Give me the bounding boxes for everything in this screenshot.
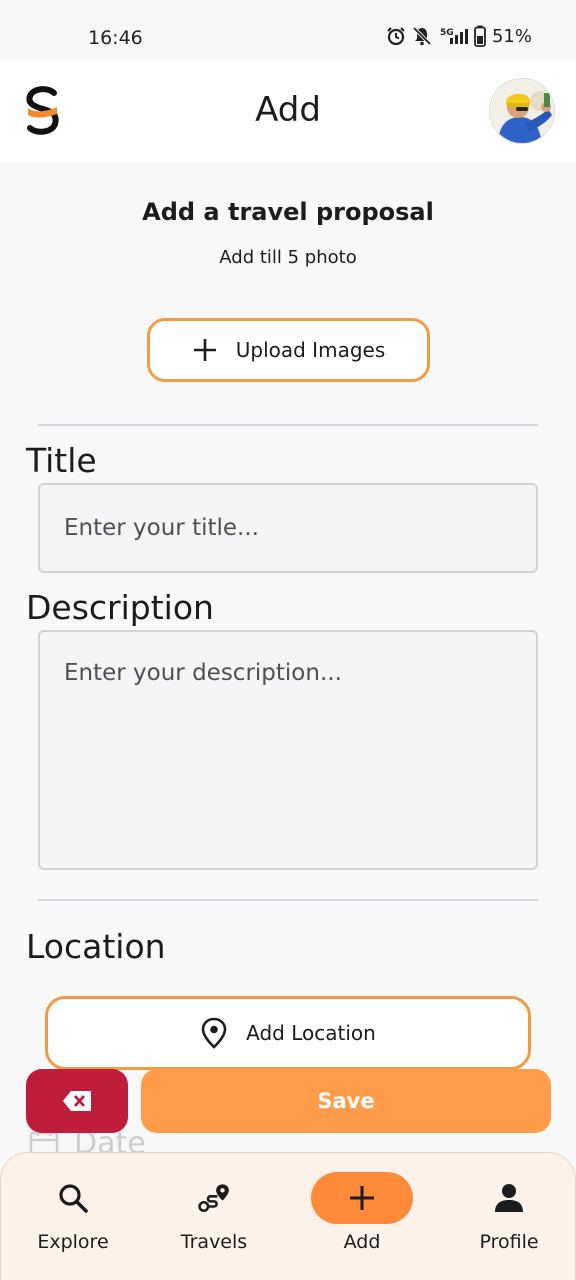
status-time: 16:46 bbox=[88, 27, 143, 49]
title-label: Title bbox=[26, 441, 97, 480]
svg-text:5G: 5G bbox=[440, 28, 454, 38]
form-heading: Add a travel proposal bbox=[142, 198, 434, 226]
status-bar: 16:46 5G 51% bbox=[0, 0, 576, 60]
description-label: Description bbox=[26, 588, 214, 627]
divider bbox=[38, 899, 538, 901]
form-subheading: Add till 5 photo bbox=[219, 247, 357, 268]
upload-images-label: Upload Images bbox=[235, 338, 386, 362]
avatar[interactable] bbox=[489, 78, 555, 144]
status-icons: 5G 51% bbox=[386, 25, 532, 47]
save-label: Save bbox=[317, 1089, 375, 1113]
nav-label-profile: Profile bbox=[479, 1231, 539, 1253]
nav-item-profile[interactable]: Profile bbox=[437, 1153, 576, 1280]
location-pin-icon bbox=[201, 1017, 227, 1049]
nav-label-add: Add bbox=[343, 1231, 381, 1253]
notifications-off-icon bbox=[412, 26, 432, 46]
person-icon bbox=[492, 1181, 526, 1215]
location-label: Location bbox=[26, 927, 166, 966]
divider bbox=[38, 424, 538, 426]
battery-icon bbox=[474, 25, 486, 47]
route-icon bbox=[197, 1181, 231, 1215]
nav-label-explore: Explore bbox=[37, 1231, 109, 1253]
add-location-label: Add Location bbox=[246, 1021, 376, 1045]
nav-item-add[interactable]: Add bbox=[290, 1153, 434, 1280]
nav-item-explore[interactable]: Explore bbox=[1, 1153, 145, 1280]
nav-label-travels: Travels bbox=[180, 1231, 248, 1253]
description-input[interactable] bbox=[38, 630, 538, 870]
plus-icon bbox=[345, 1181, 379, 1215]
bottom-navigation: Explore Travels Add Profile bbox=[0, 1152, 576, 1280]
nav-item-travels[interactable]: Travels bbox=[142, 1153, 286, 1280]
battery-percentage: 51% bbox=[491, 25, 532, 47]
delete-button[interactable] bbox=[26, 1069, 128, 1133]
app-bar: Add bbox=[0, 60, 576, 162]
plus-icon bbox=[193, 339, 216, 361]
save-button[interactable]: Save bbox=[141, 1069, 551, 1133]
title-input[interactable] bbox=[38, 483, 538, 573]
alarm-icon bbox=[387, 27, 405, 46]
add-location-button[interactable]: Add Location bbox=[45, 996, 531, 1070]
search-icon bbox=[56, 1181, 90, 1215]
signal-5g-icon: 5G bbox=[440, 28, 468, 44]
upload-images-button[interactable]: Upload Images bbox=[147, 318, 430, 382]
user-avatar-image bbox=[490, 79, 554, 143]
backspace-icon bbox=[63, 1091, 91, 1111]
